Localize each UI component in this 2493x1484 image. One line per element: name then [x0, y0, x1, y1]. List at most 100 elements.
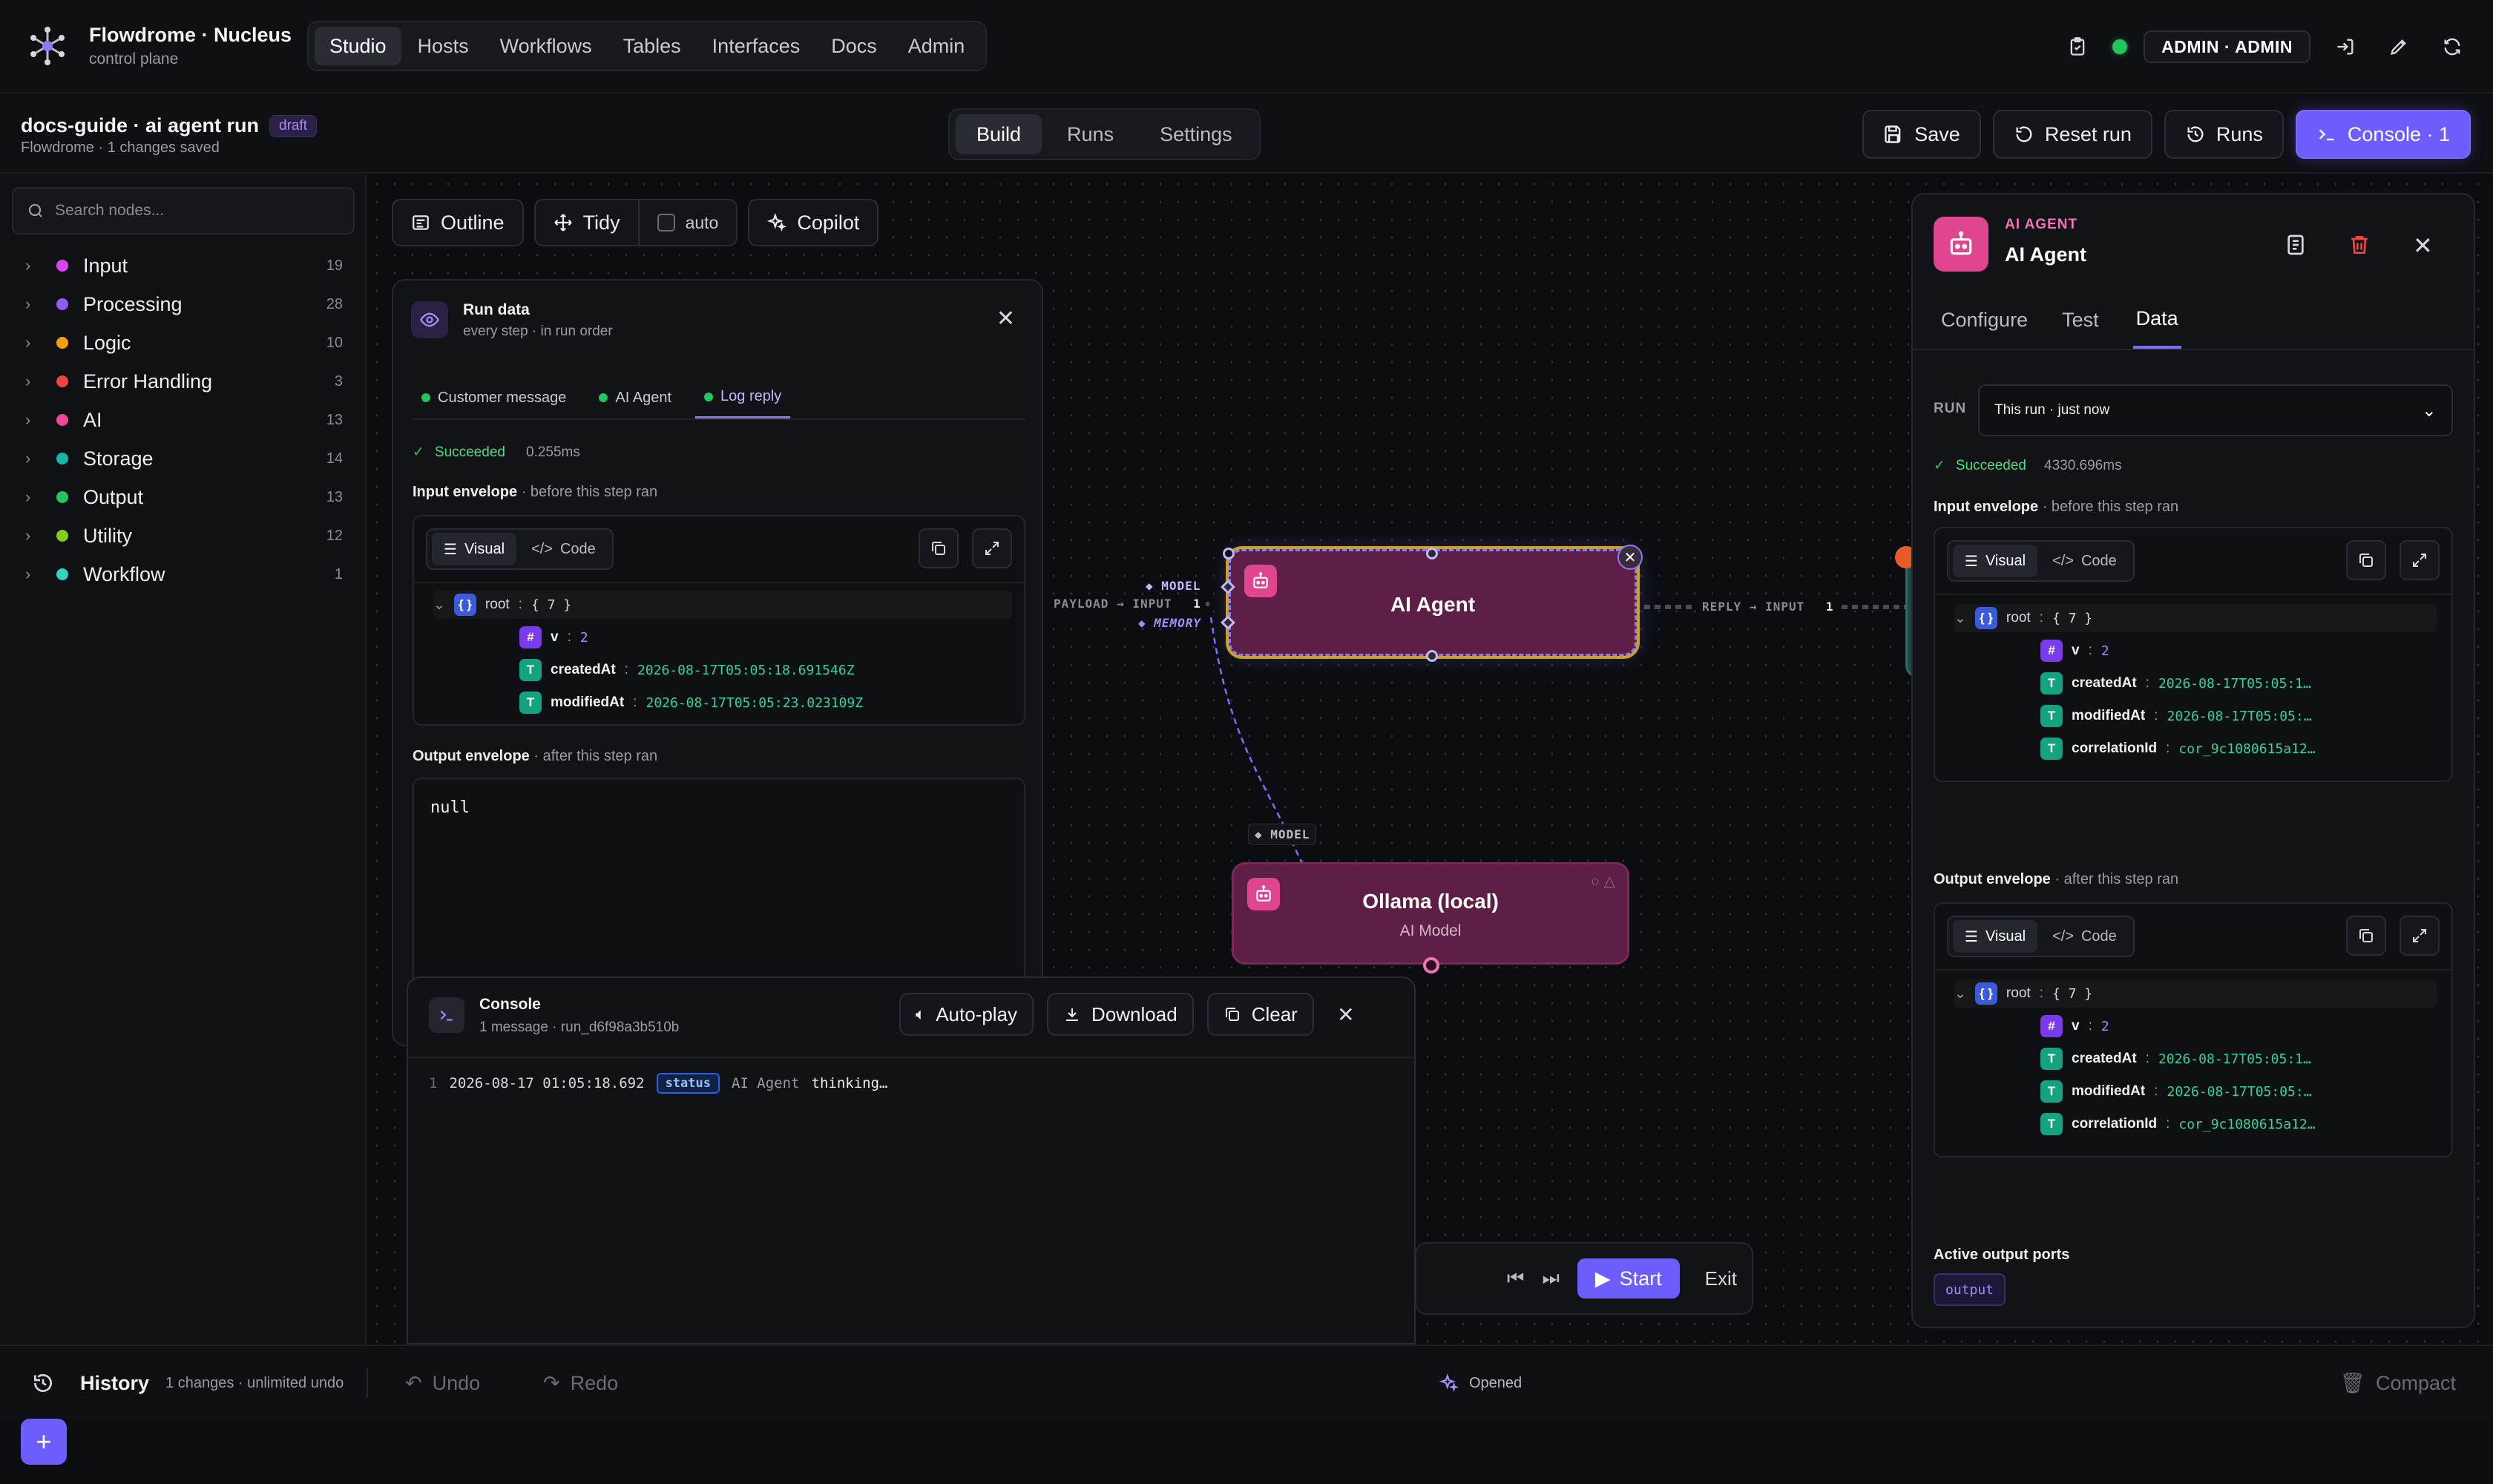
- tab-log-reply[interactable]: Log reply: [695, 377, 791, 418]
- node-port-handle[interactable]: [1426, 548, 1438, 559]
- reset-icon: [2016, 126, 2032, 142]
- tab-label: Log reply: [720, 388, 782, 404]
- undo-button[interactable]: ↶ Undo: [405, 1346, 480, 1420]
- close-icon[interactable]: ✕: [2413, 232, 2433, 260]
- tab-build[interactable]: Build: [956, 114, 1042, 154]
- tree-row[interactable]: TmodifiedAt:2026-08-17T05:05:…: [2040, 1077, 2312, 1106]
- ollama-output-port[interactable]: [1423, 957, 1439, 974]
- node-port-handle[interactable]: [1223, 548, 1235, 559]
- category-storage[interactable]: › Storage 14: [0, 439, 367, 478]
- tree-row[interactable]: # v:2: [2040, 637, 2109, 665]
- tab-settings[interactable]: Settings: [1139, 114, 1253, 154]
- category-error-handling[interactable]: › Error Handling 3: [0, 362, 367, 401]
- category-label: Processing: [83, 292, 183, 315]
- ollama-node[interactable]: Ollama (local) AI Model ○ △: [1232, 862, 1629, 965]
- code-tab[interactable]: </> Code: [2040, 920, 2129, 953]
- exit-button[interactable]: Exit: [1705, 1267, 1737, 1290]
- category-workflow[interactable]: › Workflow 1: [0, 555, 367, 594]
- tree-row[interactable]: # v:2: [2040, 1012, 2109, 1040]
- inspector-title[interactable]: AI Agent: [2005, 243, 2086, 266]
- category-color-dot: [56, 530, 68, 542]
- compact-button[interactable]: 🗑︎ Compact: [2340, 1346, 2456, 1420]
- logout-icon[interactable]: [2327, 28, 2364, 65]
- docs-icon[interactable]: [2284, 233, 2308, 257]
- download-button[interactable]: Download: [1047, 993, 1194, 1036]
- visual-tab[interactable]: ☰ Visual: [1953, 545, 2038, 577]
- clipboard-icon[interactable]: [2059, 28, 2096, 65]
- visual-tab[interactable]: ☰ Visual: [432, 533, 517, 565]
- expand-icon[interactable]: [2400, 916, 2440, 956]
- document-title[interactable]: docs-guide · ai agent run: [21, 114, 259, 137]
- category-logic[interactable]: › Logic 10: [0, 324, 367, 362]
- tab-test[interactable]: Test: [2062, 291, 2099, 349]
- ai-agent-node[interactable]: AI Agent: [1229, 549, 1637, 656]
- tab-configure[interactable]: Configure: [1941, 291, 2028, 349]
- add-node-button[interactable]: +: [21, 1419, 67, 1465]
- copy-icon[interactable]: [919, 528, 959, 568]
- history-toggle[interactable]: History 1 changes · unlimited undo: [31, 1346, 344, 1420]
- tree-key: modifiedAt: [551, 695, 625, 710]
- clear-button[interactable]: Clear: [1206, 993, 1314, 1036]
- nav-workflows[interactable]: Workflows: [485, 27, 607, 65]
- output-envelope-hint: · after this step ran: [2054, 871, 2179, 887]
- copy-icon[interactable]: [2346, 540, 2386, 580]
- tree-row[interactable]: TmodifiedAt:2026-08-17T05:05:…: [2040, 702, 2312, 730]
- copy-icon[interactable]: [2346, 916, 2386, 956]
- refresh-icon[interactable]: [2434, 28, 2471, 65]
- category-processing[interactable]: › Processing 28: [0, 285, 367, 324]
- console-log-line[interactable]: 1 2026-08-17 01:05:18.692 status AI Agen…: [429, 1073, 887, 1094]
- category-input[interactable]: › Input 19: [0, 246, 367, 285]
- tree-row[interactable]: T modifiedAt: 2026-08-17T05:05:23.023109…: [519, 689, 863, 717]
- tree-row[interactable]: TcreatedAt:2026-08-17T05:05:1…: [2040, 669, 2311, 697]
- step-forward-icon[interactable]: ⏭: [1542, 1267, 1559, 1290]
- expand-icon[interactable]: [2400, 540, 2440, 580]
- tab-customer-message[interactable]: Customer message: [413, 377, 575, 418]
- tree-root-row[interactable]: ⌄ { } root: { 7 }: [433, 591, 1012, 619]
- delete-node-icon[interactable]: ✕: [1617, 545, 1643, 570]
- code-tab[interactable]: </> Code: [519, 533, 608, 565]
- step-back-icon[interactable]: ⏮: [1507, 1267, 1524, 1290]
- tab-ai-agent[interactable]: AI Agent: [590, 377, 680, 418]
- run-select[interactable]: This run · just now ⌄: [1978, 384, 2453, 436]
- brand-logo-icon[interactable]: [27, 25, 68, 67]
- tree-row[interactable]: T createdAt: 2026-08-17T05:05:18.691546Z: [519, 656, 855, 684]
- category-output[interactable]: › Output 13: [0, 478, 367, 516]
- node-port-handle[interactable]: [1426, 650, 1438, 662]
- tree-root-row[interactable]: ⌄ { } root: { 7 }: [1954, 979, 2437, 1008]
- nav-admin[interactable]: Admin: [893, 27, 980, 65]
- nav-tables[interactable]: Tables: [608, 27, 696, 65]
- nav-hosts[interactable]: Hosts: [403, 27, 484, 65]
- code-tab[interactable]: </> Code: [2040, 545, 2129, 577]
- redo-button[interactable]: ↷ Redo: [543, 1346, 618, 1420]
- output-envelope-title: Output envelope: [413, 748, 530, 764]
- mode-tabs: Build Runs Settings: [948, 108, 1261, 160]
- trash-icon[interactable]: [2348, 233, 2371, 257]
- category-utility[interactable]: › Utility 12: [0, 516, 367, 555]
- save-button[interactable]: Save: [1862, 110, 1981, 159]
- tab-runs[interactable]: Runs: [1046, 114, 1134, 154]
- nav-studio[interactable]: Studio: [315, 27, 401, 65]
- role-chip[interactable]: ADMIN · ADMIN: [2144, 30, 2310, 63]
- runs-button[interactable]: Runs: [2164, 110, 2284, 159]
- console-button[interactable]: Console · 1: [2295, 110, 2471, 159]
- search-input[interactable]: [55, 202, 337, 220]
- tree-row[interactable]: TcorrelationId: cor_9c1080615a12…: [2040, 735, 2316, 763]
- close-icon[interactable]: ✕: [996, 306, 1015, 332]
- expand-icon[interactable]: [972, 528, 1012, 568]
- start-button[interactable]: ▶ Start: [1577, 1258, 1680, 1298]
- tab-data[interactable]: Data: [2132, 291, 2181, 349]
- tree-row[interactable]: TcreatedAt:2026-08-17T05:05:1…: [2040, 1045, 2311, 1073]
- tree-row[interactable]: # v: 2: [519, 623, 588, 651]
- tree-root-row[interactable]: ⌄ { } root: { 7 }: [1954, 604, 2437, 632]
- pen-icon[interactable]: [2380, 28, 2417, 65]
- divider: [1935, 969, 2451, 971]
- close-icon[interactable]: ✕: [1327, 993, 1364, 1036]
- active-port-chip[interactable]: output: [1934, 1273, 2006, 1306]
- nav-docs[interactable]: Docs: [816, 27, 892, 65]
- category-ai[interactable]: › AI 13: [0, 401, 367, 439]
- tree-row[interactable]: TcorrelationId: cor_9c1080615a12…: [2040, 1110, 2316, 1138]
- visual-tab[interactable]: ☰ Visual: [1953, 920, 2038, 953]
- autoplay-button[interactable]: 🔈︎ Auto-play: [899, 993, 1034, 1036]
- nav-interfaces[interactable]: Interfaces: [697, 27, 815, 65]
- reset-run-button[interactable]: Reset run: [1992, 110, 2152, 159]
